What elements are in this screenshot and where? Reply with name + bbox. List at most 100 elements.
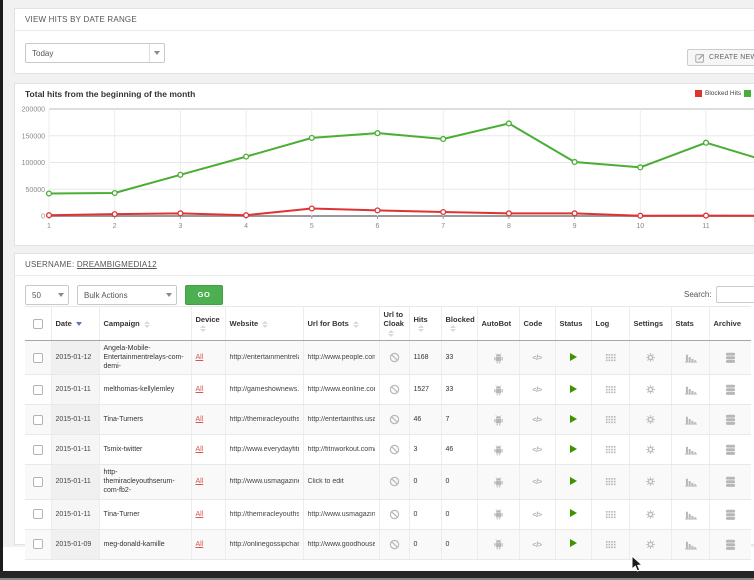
database-icon[interactable] — [725, 509, 736, 520]
column-header-campaign[interactable]: Campaign — [99, 307, 191, 341]
dot-grid-icon[interactable] — [605, 444, 616, 455]
android-icon[interactable] — [493, 352, 504, 364]
column-header-url_to_cloak[interactable]: Url to Cloak — [379, 307, 409, 341]
search-input[interactable] — [716, 286, 754, 303]
cell-website: http://onlinegossipchann... — [225, 529, 303, 559]
device-all-link[interactable]: All — [196, 416, 204, 423]
cell-date: 2015-01-09 — [51, 529, 99, 559]
sort-desc-icon — [76, 322, 82, 326]
gear-icon[interactable] — [645, 476, 656, 487]
cell-archive — [709, 341, 751, 375]
code-icon[interactable]: </> — [532, 445, 541, 454]
gear-icon[interactable] — [645, 509, 656, 520]
play-icon[interactable] — [570, 353, 577, 361]
date-range-select[interactable]: Today — [25, 43, 165, 63]
cell-hits: 3 — [409, 435, 441, 465]
dot-grid-icon[interactable] — [605, 476, 616, 487]
cell-url-for-bots: http://fitnworkout.com/ — [303, 435, 379, 465]
cell-blocked: 7 — [441, 405, 477, 435]
code-icon[interactable]: </> — [532, 415, 541, 424]
play-icon[interactable] — [570, 539, 577, 547]
bar-chart-icon[interactable] — [684, 444, 697, 455]
dot-grid-icon[interactable] — [605, 384, 616, 395]
username-value[interactable]: DREAMBIGMEDIA12 — [77, 260, 157, 269]
dot-grid-icon[interactable] — [605, 539, 616, 550]
code-icon[interactable]: </> — [532, 385, 541, 394]
gear-icon[interactable] — [645, 414, 656, 425]
column-header-hits[interactable]: Hits — [409, 307, 441, 341]
android-icon[interactable] — [493, 414, 504, 426]
cell-checkbox — [25, 435, 51, 465]
column-header-website[interactable]: Website — [225, 307, 303, 341]
device-all-link[interactable]: All — [196, 386, 204, 393]
go-button[interactable]: GO — [185, 285, 223, 305]
android-icon[interactable] — [493, 444, 504, 456]
code-icon[interactable]: </> — [532, 477, 541, 486]
bar-chart-icon[interactable] — [684, 414, 697, 425]
gear-icon[interactable] — [645, 444, 656, 455]
code-icon[interactable]: </> — [532, 540, 541, 549]
device-all-link[interactable]: All — [196, 511, 204, 518]
database-icon[interactable] — [725, 352, 736, 363]
column-header-date[interactable]: Date — [51, 307, 99, 341]
cell-device: All — [191, 405, 225, 435]
play-icon[interactable] — [570, 445, 577, 453]
cell-date: 2015-01-11 — [51, 435, 99, 465]
svg-text:200000: 200000 — [22, 107, 45, 114]
gear-icon[interactable] — [645, 384, 656, 395]
row-checkbox[interactable] — [33, 445, 43, 455]
select-all-checkbox[interactable] — [33, 319, 43, 329]
chevron-down-icon — [149, 44, 164, 62]
gear-icon[interactable] — [645, 539, 656, 550]
bar-chart-icon[interactable] — [684, 476, 697, 487]
cell-archive — [709, 375, 751, 405]
device-all-link[interactable]: All — [196, 446, 204, 453]
bar-chart-icon[interactable] — [684, 384, 697, 395]
ban-icon — [389, 476, 400, 487]
cell-date: 2015-01-11 — [51, 405, 99, 435]
row-checkbox[interactable] — [33, 353, 43, 363]
column-header-device[interactable]: Device — [191, 307, 225, 341]
column-label-website: Website — [230, 319, 259, 328]
android-icon[interactable] — [493, 538, 504, 550]
cell-archive — [709, 499, 751, 529]
column-header-url_for_bots[interactable]: Url for Bots — [303, 307, 379, 341]
code-icon[interactable]: </> — [532, 510, 541, 519]
row-checkbox[interactable] — [33, 385, 43, 395]
row-checkbox[interactable] — [33, 477, 43, 487]
cell-campaign: Tsmix-twitter — [99, 435, 191, 465]
play-icon[interactable] — [570, 477, 577, 485]
device-all-link[interactable]: All — [196, 478, 204, 485]
page-size-select[interactable]: 50 — [25, 285, 69, 305]
column-header-blocked[interactable]: Blocked — [441, 307, 477, 341]
android-icon[interactable] — [493, 476, 504, 488]
bar-chart-icon[interactable] — [684, 352, 697, 363]
row-checkbox[interactable] — [33, 509, 43, 519]
gear-icon[interactable] — [645, 352, 656, 363]
code-icon[interactable]: </> — [532, 353, 541, 362]
cell-url-for-bots: http://www.people.com/ar... — [303, 341, 379, 375]
database-icon[interactable] — [725, 476, 736, 487]
device-all-link[interactable]: All — [196, 541, 204, 548]
row-checkbox[interactable] — [33, 415, 43, 425]
database-icon[interactable] — [725, 539, 736, 550]
cell-url-for-bots: http://www.usmagazine.c... — [303, 499, 379, 529]
play-icon[interactable] — [570, 509, 577, 517]
dot-grid-icon[interactable] — [605, 509, 616, 520]
table-row: 2015-01-11melthomas-kellylemleyAllhttp:/… — [25, 375, 751, 405]
database-icon[interactable] — [725, 384, 736, 395]
device-all-link[interactable]: All — [196, 354, 204, 361]
play-icon[interactable] — [570, 385, 577, 393]
android-icon[interactable] — [493, 384, 504, 396]
database-icon[interactable] — [725, 444, 736, 455]
play-icon[interactable] — [570, 415, 577, 423]
bulk-actions-select[interactable]: Bulk Actions — [77, 285, 177, 305]
dot-grid-icon[interactable] — [605, 352, 616, 363]
database-icon[interactable] — [725, 414, 736, 425]
bar-chart-icon[interactable] — [684, 539, 697, 550]
dot-grid-icon[interactable] — [605, 414, 616, 425]
bar-chart-icon[interactable] — [684, 509, 697, 520]
android-icon[interactable] — [493, 508, 504, 520]
row-checkbox[interactable] — [33, 539, 43, 549]
create-new-campaign-button[interactable]: CREATE NEW CAMPAIGN — [687, 49, 754, 66]
